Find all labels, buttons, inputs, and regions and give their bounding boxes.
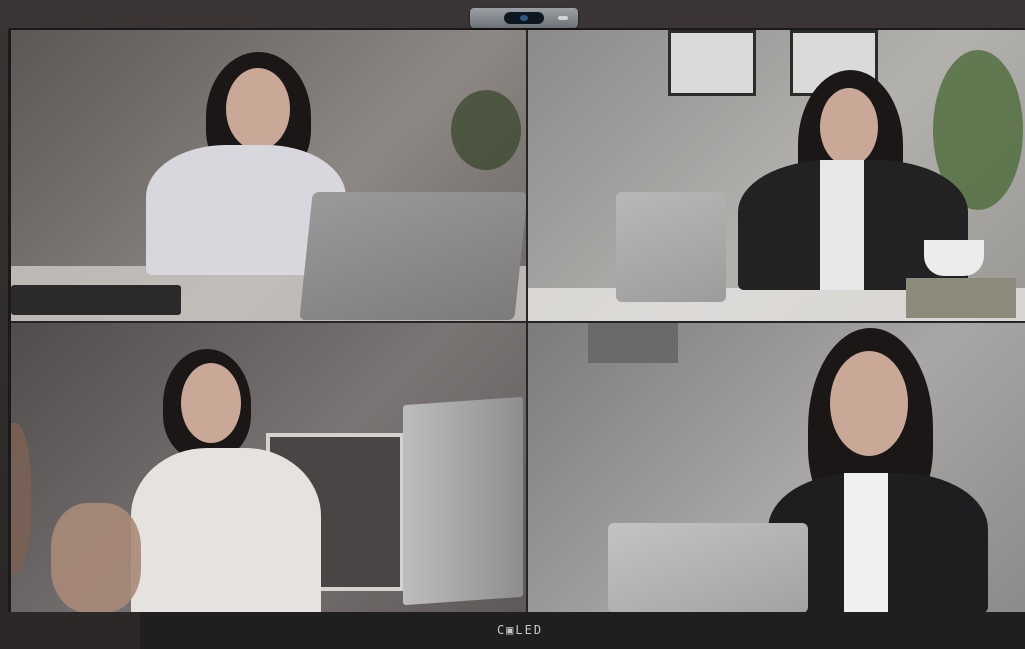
desktop-monitor	[403, 396, 523, 606]
wall-picture	[588, 323, 678, 363]
coffee-cup	[924, 240, 984, 276]
webcam-indicator	[558, 16, 568, 20]
video-tile-3	[11, 323, 526, 612]
laptop	[299, 192, 526, 320]
keyboard	[11, 285, 181, 315]
foreground-person	[11, 423, 31, 573]
laptop	[616, 192, 726, 302]
display-bottom-bezel	[140, 612, 1025, 649]
wall-picture	[668, 30, 756, 96]
video-conference-scene: C▣LED	[0, 0, 1025, 649]
video-tile-1	[11, 30, 526, 321]
brand-logo: C▣LED	[496, 623, 544, 637]
books	[906, 278, 1016, 318]
plant	[451, 90, 521, 170]
video-tile-4	[528, 323, 1025, 612]
hand	[51, 503, 141, 612]
tile-divider	[11, 321, 1025, 323]
webcam-icon	[470, 8, 578, 28]
video-tile-2	[528, 30, 1025, 321]
laptop	[608, 523, 808, 612]
webcam-lens	[504, 12, 544, 24]
